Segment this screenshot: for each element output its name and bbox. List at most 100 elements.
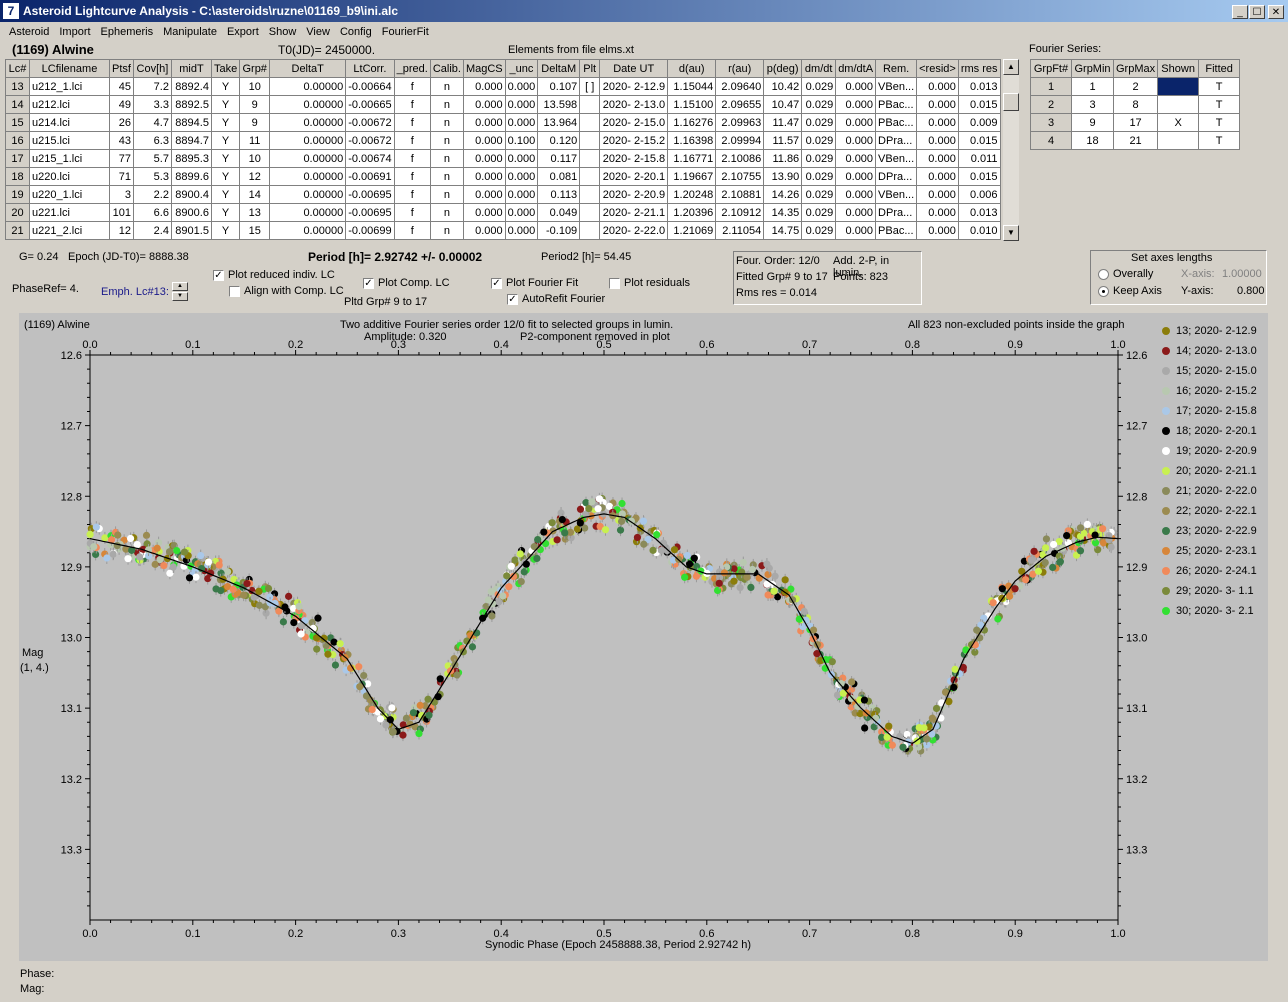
data-point xyxy=(860,696,869,704)
x-tick-label-top: 0.4 xyxy=(494,339,509,351)
data-point xyxy=(847,694,855,703)
data-point xyxy=(639,517,648,525)
data-point xyxy=(425,711,433,719)
legend-label: 17; 2020- 2-15.8 xyxy=(1176,405,1257,417)
data-point xyxy=(1006,592,1014,600)
data-point xyxy=(681,573,689,581)
data-point xyxy=(1076,524,1085,532)
data-point xyxy=(151,560,159,568)
data-point xyxy=(499,592,507,600)
data-point xyxy=(416,701,424,710)
data-point xyxy=(360,671,368,680)
x-tick-label-top: 0.6 xyxy=(699,339,714,351)
data-point xyxy=(264,584,273,593)
x-tick-label-top: 0.3 xyxy=(391,339,406,351)
y-tick-label: 13.0 xyxy=(61,633,82,645)
x-tick-label-top: 0.2 xyxy=(288,339,303,351)
data-point xyxy=(517,577,525,586)
data-point xyxy=(962,646,970,654)
data-point xyxy=(173,546,181,555)
data-point xyxy=(1083,520,1091,529)
phase-readout: Phase: xyxy=(20,968,55,980)
data-point xyxy=(192,573,200,581)
data-point xyxy=(1027,556,1035,564)
data-point xyxy=(165,548,174,556)
legend-marker xyxy=(1162,387,1170,396)
legend-label: 13; 2020- 2-12.9 xyxy=(1176,325,1257,337)
mag-readout: Mag: xyxy=(20,983,45,995)
y-tick-label-right: 13.2 xyxy=(1126,774,1147,786)
data-point xyxy=(885,722,893,730)
data-point xyxy=(920,724,928,732)
data-point xyxy=(928,714,936,722)
legend-label: 21; 2020- 2-22.0 xyxy=(1176,485,1257,497)
y-tick-label-right: 13.0 xyxy=(1126,633,1147,645)
data-point xyxy=(1041,558,1049,567)
data-point xyxy=(255,587,263,595)
data-point xyxy=(331,661,340,669)
data-point xyxy=(994,615,1002,623)
data-point xyxy=(1049,563,1057,571)
x-tick-label: 0.9 xyxy=(1008,928,1023,940)
legend-entry: 18; 2020- 2-20.1 xyxy=(1162,425,1257,445)
data-point xyxy=(748,565,756,574)
data-point xyxy=(103,554,111,562)
data-point xyxy=(415,729,423,738)
legend-entry: 20; 2020- 2-21.1 xyxy=(1162,465,1257,485)
legend-label: 23; 2020- 2-22.9 xyxy=(1176,525,1257,537)
y-tick-label: 13.1 xyxy=(61,703,82,715)
data-point xyxy=(1050,540,1058,549)
legend-marker xyxy=(1162,427,1170,436)
plot-frame xyxy=(89,354,1119,921)
data-point xyxy=(285,592,293,600)
legend-label: 22; 2020- 2-22.1 xyxy=(1176,505,1257,517)
data-point xyxy=(743,573,751,581)
data-point xyxy=(314,614,322,622)
data-point xyxy=(169,563,177,571)
data-point xyxy=(903,730,911,739)
y-tick-label: 12.9 xyxy=(61,562,82,574)
y-tick-label: 12.7 xyxy=(61,421,82,433)
legend-marker xyxy=(1162,367,1170,376)
data-point xyxy=(690,554,698,562)
data-point xyxy=(229,585,237,593)
data-point xyxy=(240,591,248,599)
data-point xyxy=(899,743,907,751)
legend-entry: 26; 2020- 2-24.1 xyxy=(1162,565,1257,585)
legend-label: 14; 2020- 2-13.0 xyxy=(1176,345,1257,357)
data-point xyxy=(558,515,566,524)
x-tick-label: 1.0 xyxy=(1110,928,1125,940)
data-point xyxy=(295,602,303,611)
legend-entry: 15; 2020- 2-15.0 xyxy=(1162,365,1257,385)
data-point xyxy=(424,695,432,703)
data-point xyxy=(848,678,856,686)
data-point xyxy=(588,498,596,506)
data-point xyxy=(1030,547,1038,555)
data-point xyxy=(180,548,189,556)
data-point xyxy=(633,533,642,542)
data-point xyxy=(113,541,121,550)
data-point xyxy=(142,531,151,540)
data-point xyxy=(595,495,603,503)
data-point xyxy=(126,534,135,543)
data-point xyxy=(382,721,390,729)
legend-entry: 16; 2020- 2-15.2 xyxy=(1162,385,1257,405)
data-point xyxy=(763,560,771,568)
legend-marker xyxy=(1162,547,1170,556)
y-tick-label-right: 13.3 xyxy=(1126,844,1147,856)
lightcurve-chart[interactable]: 0.0 0.0 0.1 0.1 0.2 0.2 0.3 0.3 0.4 0.4 0.5 0.5 0.6 0… xyxy=(0,0,1288,1002)
data-point xyxy=(290,618,298,627)
data-point xyxy=(223,568,232,576)
data-point xyxy=(616,526,625,534)
data-point xyxy=(1022,576,1030,584)
x-tick-label-top: 0.7 xyxy=(802,339,817,351)
data-point xyxy=(262,609,270,617)
x-tick-label: 0.2 xyxy=(288,928,303,940)
data-point xyxy=(764,591,772,599)
y-tick-label-right: 12.9 xyxy=(1126,562,1147,574)
legend-entry: 29; 2020- 3- 1.1 xyxy=(1162,585,1257,605)
data-point xyxy=(828,658,836,666)
x-tick-label: 0.0 xyxy=(82,928,97,940)
data-point xyxy=(720,569,728,577)
data-point xyxy=(1042,544,1050,552)
